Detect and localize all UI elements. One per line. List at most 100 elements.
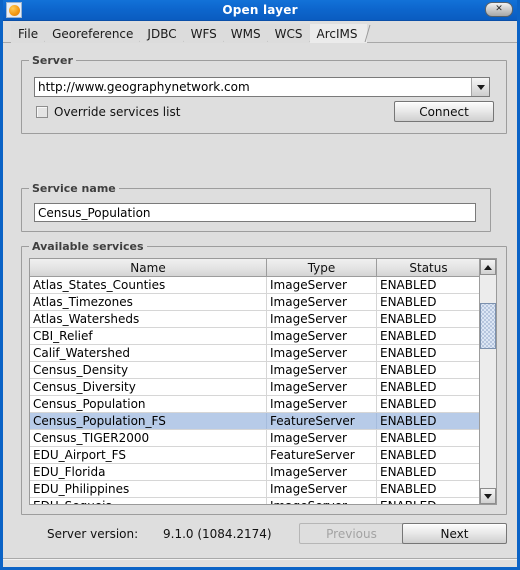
footer-divider: [3, 558, 517, 560]
service-name-group: Service name Census_Population: [21, 182, 491, 232]
triangle-up-icon[interactable]: [480, 259, 496, 275]
cell-type: ImageServer: [267, 481, 377, 497]
cell-status: ENABLED: [377, 294, 479, 310]
services-table-body[interactable]: Atlas_States_Counties ImageServer ENABLED A…: [30, 277, 479, 504]
version-row: Server version: 9.1.0 (1084.2174) Previo…: [3, 521, 517, 547]
cell-status: ENABLED: [377, 447, 479, 463]
available-services-group: Available services Name Type Status Atlas_…: [21, 240, 507, 515]
cell-status: ENABLED: [377, 430, 479, 446]
available-services-group-title: Available services: [29, 240, 147, 253]
table-row[interactable]: CBI_Relief ImageServer ENABLED: [30, 328, 479, 345]
scrollbar-track[interactable]: [480, 275, 496, 488]
cell-type: ImageServer: [267, 362, 377, 378]
table-row[interactable]: Census_Population_FS FeatureServer ENABLED: [30, 413, 479, 430]
table-row[interactable]: Census_Diversity ImageServer ENABLED: [30, 379, 479, 396]
cell-status: ENABLED: [377, 481, 479, 497]
close-icon[interactable]: ✕: [485, 2, 513, 17]
triangle-down-icon[interactable]: [480, 488, 496, 504]
tab-bar: File Georeference JDBC WFS WMS WCS ArcIMS: [3, 21, 517, 43]
cell-name: Census_Population: [30, 396, 267, 412]
services-table-header: Name Type Status: [30, 259, 479, 277]
tab-label: JDBC: [147, 26, 177, 41]
cell-name: Atlas_Timezones: [30, 294, 267, 310]
tab-jdbc[interactable]: JDBC: [140, 24, 190, 43]
tab-wcs[interactable]: WCS: [267, 24, 315, 43]
title-bar: Open layer ✕: [3, 0, 517, 21]
cell-type: ImageServer: [267, 379, 377, 395]
tab-arcims[interactable]: ArcIMS: [309, 24, 370, 43]
cell-type: FeatureServer: [267, 413, 377, 429]
column-header-name[interactable]: Name: [30, 259, 267, 277]
cell-name: CBI_Relief: [30, 328, 267, 344]
table-row[interactable]: EDU_Philippines ImageServer ENABLED: [30, 481, 479, 498]
table-row[interactable]: Census_TIGER2000 ImageServer ENABLED: [30, 430, 479, 447]
server-version-value: 9.1.0 (1084.2174): [163, 527, 272, 541]
cell-status: ENABLED: [377, 413, 479, 429]
next-button[interactable]: Next: [402, 523, 507, 544]
tab-label: ArcIMS: [316, 26, 358, 41]
server-url-value[interactable]: http://www.geographynetwork.com: [35, 78, 471, 96]
table-row[interactable]: Atlas_Watersheds ImageServer ENABLED: [30, 311, 479, 328]
cell-name: Census_TIGER2000: [30, 430, 267, 446]
cell-type: ImageServer: [267, 277, 377, 293]
cell-name: EDU_Philippines: [30, 481, 267, 497]
override-services-label: Override services list: [54, 105, 181, 119]
server-url-combobox[interactable]: http://www.geographynetwork.com: [34, 77, 490, 97]
column-header-status[interactable]: Status: [377, 259, 479, 277]
cell-type: FeatureServer: [267, 447, 377, 463]
table-row[interactable]: EDU_Florida ImageServer ENABLED: [30, 464, 479, 481]
tab-label: WFS: [190, 26, 217, 41]
table-row[interactable]: EDU_Airport_FS FeatureServer ENABLED: [30, 447, 479, 464]
table-row[interactable]: Calif_Watershed ImageServer ENABLED: [30, 345, 479, 362]
tab-file[interactable]: File: [11, 24, 51, 43]
globe-icon: [6, 2, 22, 18]
cell-type: ImageServer: [267, 328, 377, 344]
server-group: Server http://www.geographynetwork.com O…: [21, 54, 507, 134]
scrollbar-thumb[interactable]: [480, 303, 496, 349]
cell-name: Census_Population_FS: [30, 413, 267, 429]
cell-type: ImageServer: [267, 464, 377, 480]
cell-type: ImageServer: [267, 294, 377, 310]
table-row[interactable]: Census_Density ImageServer ENABLED: [30, 362, 479, 379]
cell-status: ENABLED: [377, 396, 479, 412]
tab-wfs[interactable]: WFS: [183, 24, 230, 43]
table-row[interactable]: Atlas_Timezones ImageServer ENABLED: [30, 294, 479, 311]
table-row[interactable]: Atlas_States_Counties ImageServer ENABLED: [30, 277, 479, 294]
tab-label: File: [18, 26, 39, 41]
tab-georeference[interactable]: Georeference: [45, 24, 146, 43]
dialog-content: Server http://www.geographynetwork.com O…: [3, 43, 517, 567]
tab-separator: [364, 25, 370, 42]
cell-status: ENABLED: [377, 328, 479, 344]
cell-status: ENABLED: [377, 498, 479, 504]
cell-name: Census_Density: [30, 362, 267, 378]
cell-name: Atlas_Watersheds: [30, 311, 267, 327]
previous-button[interactable]: Previous: [299, 523, 404, 544]
cell-name: Census_Diversity: [30, 379, 267, 395]
override-services-checkbox[interactable]: Override services list: [36, 105, 180, 119]
services-table: Name Type Status Atlas_States_Counties Imag…: [29, 258, 497, 505]
column-header-type[interactable]: Type: [267, 259, 377, 277]
open-layer-dialog: Open layer ✕ File Georeference JDBC WFS WMS W…: [0, 0, 520, 570]
cell-status: ENABLED: [377, 345, 479, 361]
cell-name: EDU_Florida: [30, 464, 267, 480]
cell-status: ENABLED: [377, 362, 479, 378]
tab-label: WCS: [274, 26, 303, 41]
cell-type: ImageServer: [267, 345, 377, 361]
service-name-input[interactable]: Census_Population: [34, 203, 476, 222]
server-group-title: Server: [29, 54, 76, 67]
cell-type: ImageServer: [267, 430, 377, 446]
services-scrollbar[interactable]: [479, 259, 496, 504]
table-row[interactable]: EDU_SequoiaImageServerENABLED: [30, 498, 479, 504]
cell-name: Calif_Watershed: [30, 345, 267, 361]
table-row[interactable]: Census_Population ImageServer ENABLED: [30, 396, 479, 413]
connect-button[interactable]: Connect: [394, 101, 494, 122]
tab-label: WMS: [230, 26, 261, 41]
window-title: Open layer: [222, 3, 298, 17]
checkbox-box[interactable]: [36, 106, 48, 118]
tab-wms[interactable]: WMS: [223, 24, 274, 43]
cell-status: ENABLED: [377, 311, 479, 327]
tab-label: Georeference: [52, 26, 134, 41]
cell-status: ENABLED: [377, 379, 479, 395]
chevron-down-icon[interactable]: [471, 78, 489, 96]
cell-type: ImageServer: [267, 498, 377, 504]
